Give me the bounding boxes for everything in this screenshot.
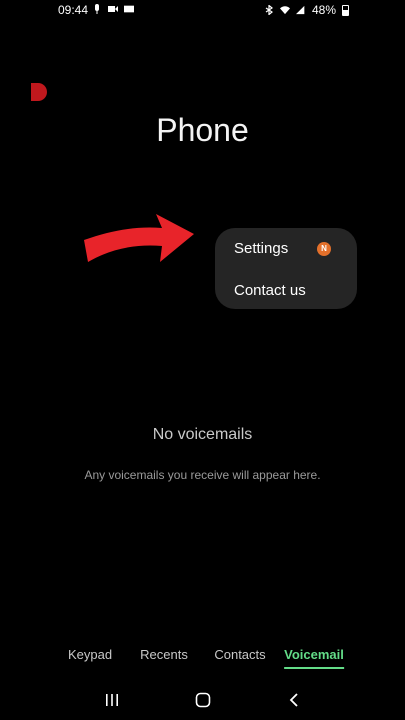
- back-button[interactable]: [276, 684, 312, 716]
- red-indicator-dot: [31, 83, 47, 101]
- status-bar: 09:44 48%: [0, 0, 405, 22]
- home-icon: [195, 692, 211, 708]
- tab-contacts-label: Contacts: [214, 647, 266, 662]
- menu-item-contact-us[interactable]: Contact us: [234, 282, 306, 299]
- tab-voicemail[interactable]: Voicemail: [284, 647, 344, 669]
- mic-icon: [95, 4, 99, 14]
- new-badge: N: [317, 242, 331, 256]
- status-right: 48%: [264, 3, 349, 17]
- battery-icon: [342, 4, 349, 16]
- status-time: 09:44: [58, 3, 89, 17]
- tab-contacts[interactable]: Contacts: [214, 647, 265, 662]
- active-tab-underline: [284, 667, 344, 669]
- tab-recents[interactable]: Recents: [140, 647, 188, 662]
- bluetooth-icon: [265, 5, 273, 15]
- tab-keypad[interactable]: Keypad: [68, 647, 112, 662]
- system-nav-bar: [0, 684, 405, 716]
- call-signal-icon: [295, 5, 305, 15]
- overflow-menu: Settings N Contact us: [215, 228, 357, 309]
- tab-keypad-label: Keypad: [67, 647, 113, 662]
- empty-state-subtitle: Any voicemails you receive will appear h…: [84, 468, 321, 482]
- video-icon: [108, 6, 118, 12]
- red-arrow-icon: [84, 214, 194, 262]
- bottom-tab-bar: Keypad Recents Contacts Voicemail: [0, 647, 405, 671]
- tab-recents-label: Recents: [140, 647, 188, 662]
- back-icon: [289, 693, 298, 707]
- lte-icon: [124, 5, 134, 13]
- status-left-icons: [92, 4, 134, 14]
- battery-percent: 48%: [311, 3, 336, 17]
- tab-voicemail-label: Voicemail: [284, 647, 344, 662]
- home-button[interactable]: [185, 684, 221, 716]
- recents-icon: [106, 694, 118, 706]
- empty-state-title: No voicemails: [152, 426, 253, 443]
- recents-button[interactable]: [94, 684, 130, 716]
- page-title: Phone: [156, 112, 249, 148]
- menu-item-settings[interactable]: Settings: [234, 240, 288, 257]
- wifi-icon: [279, 6, 290, 15]
